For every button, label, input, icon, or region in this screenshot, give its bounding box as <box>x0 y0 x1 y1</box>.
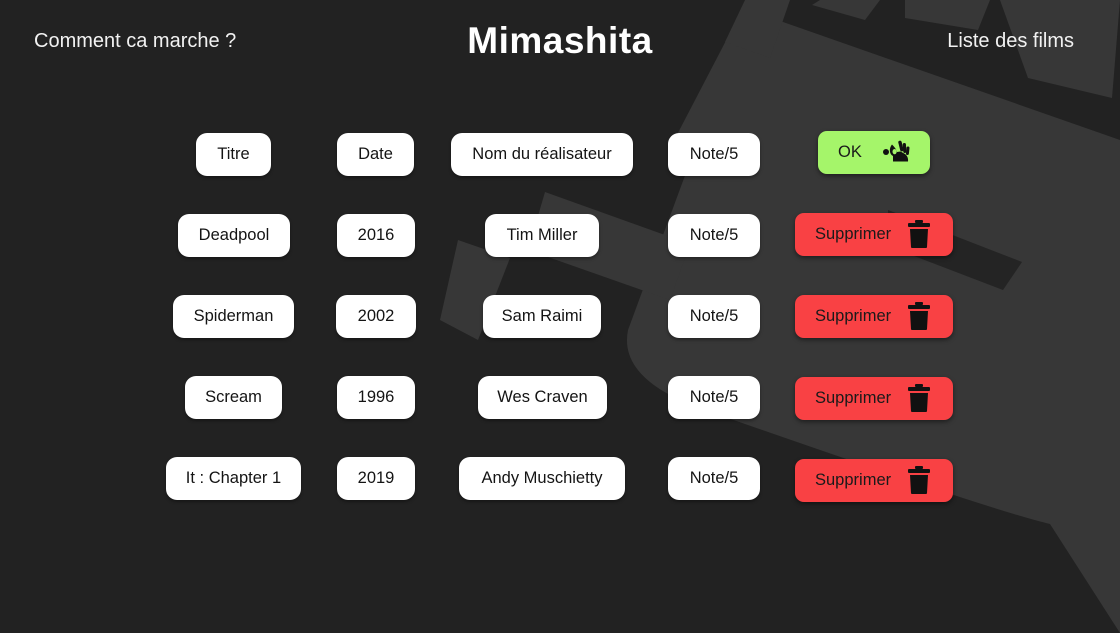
film-rating[interactable]: Note/5 <box>668 214 760 257</box>
film-year: 2016 <box>337 214 415 257</box>
add-film-form: Titre Date Nom du réalisateur Note/5 OK <box>0 131 1120 177</box>
film-title: Spiderman <box>173 295 294 338</box>
title-input[interactable]: Titre <box>196 133 271 176</box>
film-year: 2002 <box>336 295 416 338</box>
date-input[interactable]: Date <box>337 133 414 176</box>
film-row: Scream 1996 Wes Craven Note/5 Supprimer <box>0 376 1120 420</box>
director-input[interactable]: Nom du réalisateur <box>451 133 633 176</box>
film-row: Deadpool 2016 Tim Miller Note/5 Supprime… <box>0 213 1120 258</box>
trash-icon <box>908 220 930 248</box>
trash-icon <box>908 466 930 494</box>
delete-button[interactable]: Supprimer <box>795 213 953 256</box>
delete-button-label: Supprimer <box>815 389 892 407</box>
film-director: Andy Muschietty <box>459 457 625 500</box>
delete-button-label: Supprimer <box>815 225 892 243</box>
film-rating[interactable]: Note/5 <box>668 457 760 500</box>
ok-hand-icon <box>883 140 910 162</box>
film-row: Spiderman 2002 Sam Raimi Note/5 Supprime… <box>0 295 1120 339</box>
film-rating[interactable]: Note/5 <box>668 376 760 419</box>
film-title: Scream <box>185 376 282 419</box>
ok-button-label: OK <box>838 143 862 161</box>
film-director: Wes Craven <box>478 376 607 419</box>
film-year: 2019 <box>337 457 415 500</box>
delete-button-label: Supprimer <box>815 471 892 489</box>
film-director: Tim Miller <box>485 214 599 257</box>
film-year: 1996 <box>337 376 415 419</box>
film-row: It : Chapter 1 2019 Andy Muschietty Note… <box>0 457 1120 502</box>
film-title: It : Chapter 1 <box>166 457 301 500</box>
film-director: Sam Raimi <box>483 295 601 338</box>
delete-button[interactable]: Supprimer <box>795 377 953 420</box>
film-title: Deadpool <box>178 214 290 257</box>
rating-input[interactable]: Note/5 <box>668 133 760 176</box>
nav-film-list-link[interactable]: Liste des films <box>947 30 1074 53</box>
delete-button[interactable]: Supprimer <box>795 459 953 502</box>
delete-button-label: Supprimer <box>815 307 892 325</box>
film-rating[interactable]: Note/5 <box>668 295 760 338</box>
trash-icon <box>908 302 930 330</box>
delete-button[interactable]: Supprimer <box>795 295 953 338</box>
trash-icon <box>908 384 930 412</box>
ok-button[interactable]: OK <box>818 131 930 174</box>
